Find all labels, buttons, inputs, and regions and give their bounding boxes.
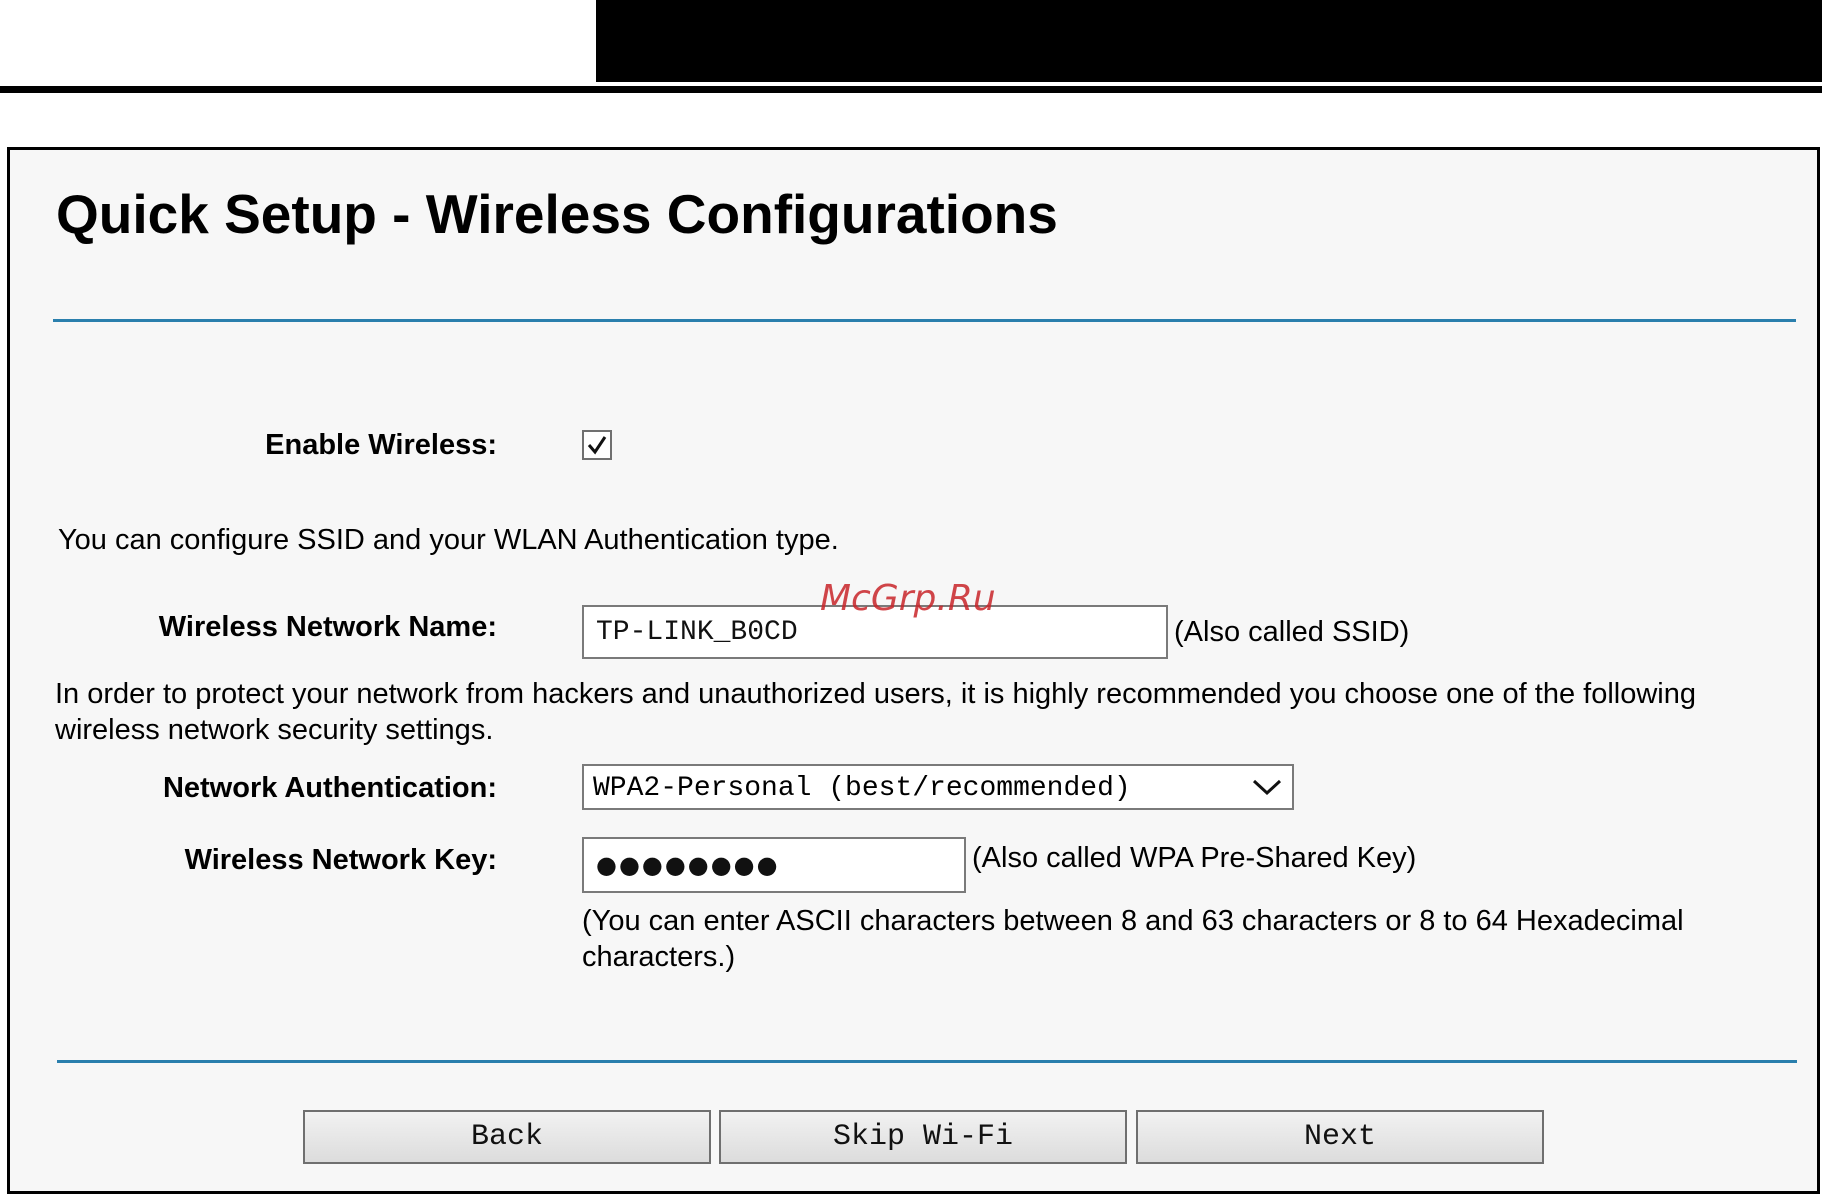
enable-wireless-label: Enable Wireless: <box>265 429 497 461</box>
checkmark-icon <box>587 436 607 455</box>
network-name-hint: (Also called SSID) <box>1174 616 1410 648</box>
authentication-label: Network Authentication: <box>162 772 497 804</box>
network-key-input[interactable] <box>582 837 966 893</box>
chevron-down-icon <box>1252 779 1282 796</box>
next-button[interactable]: Next <box>1136 1110 1544 1164</box>
back-button[interactable]: Back <box>303 1110 711 1164</box>
authentication-select[interactable]: WPA2-Personal (best/recommended) <box>582 764 1294 810</box>
network-key-help: (You can enter ASCII characters between … <box>582 905 1684 973</box>
header-rule <box>0 86 1822 93</box>
network-name-label: Wireless Network Name: <box>158 611 497 643</box>
top-divider <box>53 319 1796 322</box>
header-black-bar <box>596 0 1822 82</box>
watermark: McGrp.Ru <box>820 578 996 619</box>
intro-text: You can configure SSID and your WLAN Aut… <box>58 524 839 556</box>
network-key-hint: (Also called WPA Pre-Shared Key) <box>972 842 1417 874</box>
skip-wifi-button[interactable]: Skip Wi-Fi <box>719 1110 1127 1164</box>
page-title: Quick Setup - Wireless Configurations <box>56 183 1058 245</box>
security-note: In order to protect your network from ha… <box>55 678 1696 746</box>
authentication-selected-value: WPA2-Personal (best/recommended) <box>593 773 1131 804</box>
bottom-divider <box>57 1060 1797 1063</box>
enable-wireless-checkbox[interactable] <box>582 430 612 460</box>
quick-setup-panel: Quick Setup - Wireless Configurations En… <box>7 147 1820 1194</box>
network-key-label: Wireless Network Key: <box>184 844 497 876</box>
